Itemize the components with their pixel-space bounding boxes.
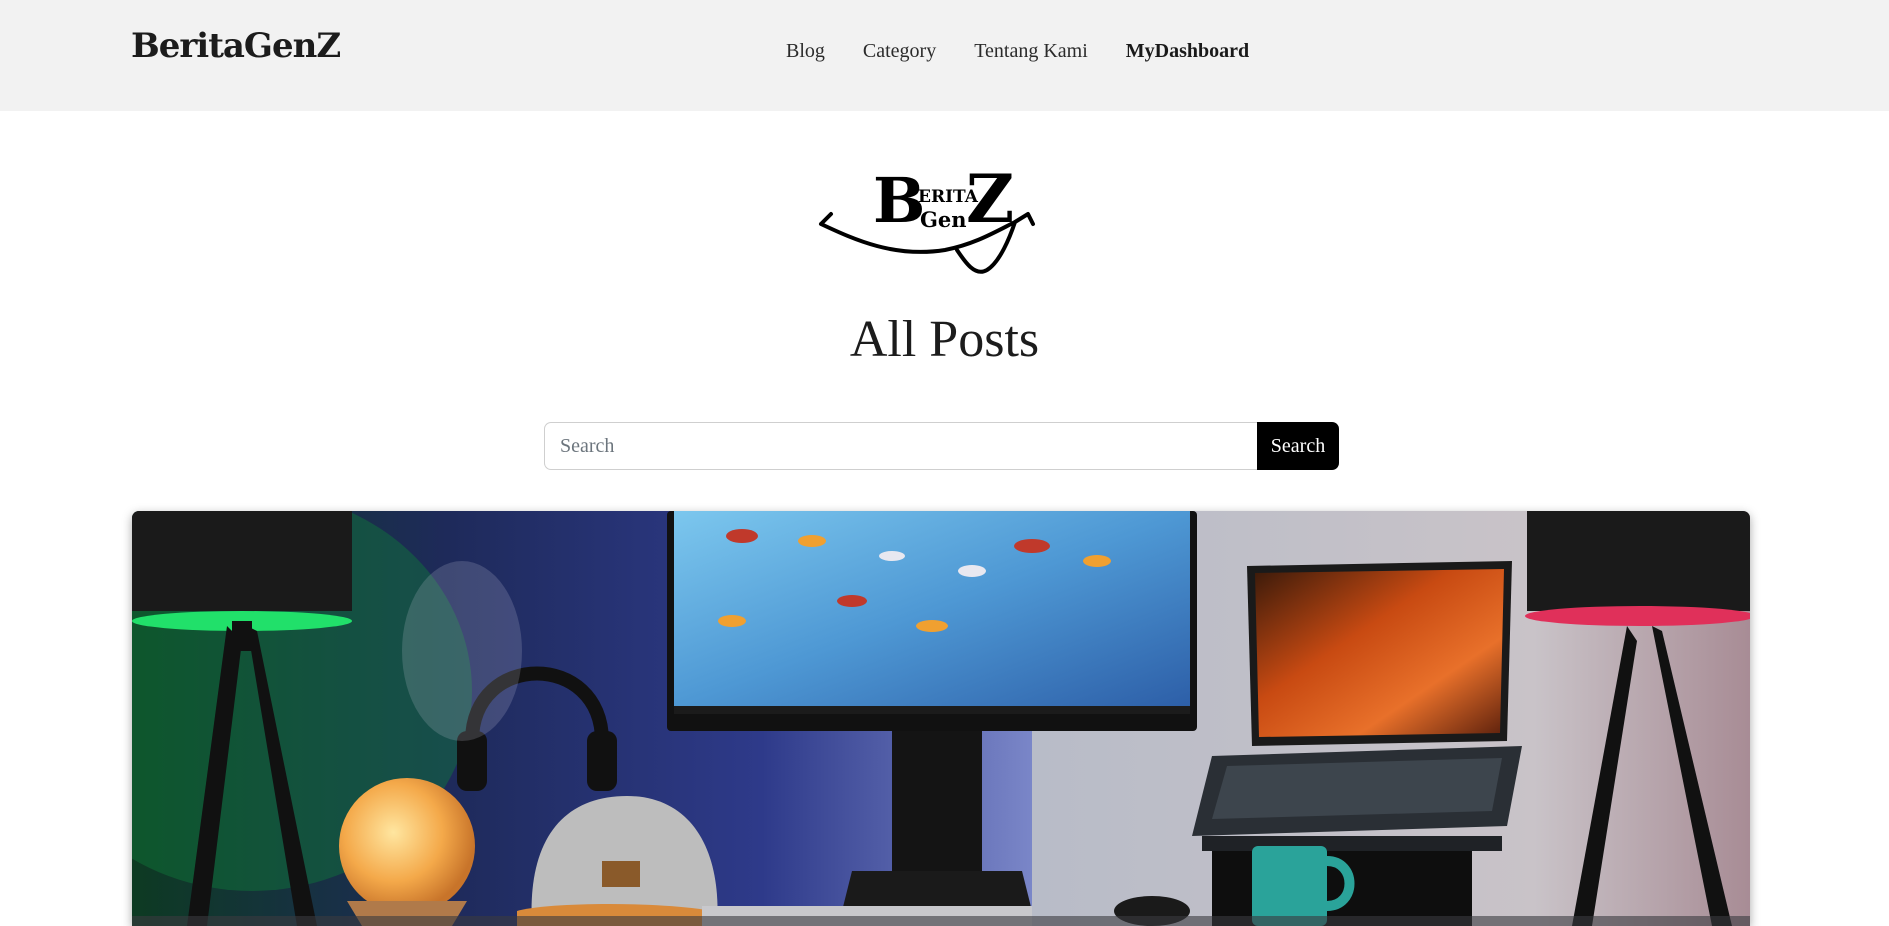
search-button[interactable]: Search [1257,422,1339,470]
nav-link-mydashboard[interactable]: MyDashboard [1126,40,1249,63]
navbar: BeritaGenZ Blog Category Tentang Kami My… [0,0,1889,111]
nav-link-blog[interactable]: Blog [786,40,825,63]
site-logo: B ERITA Gen Z [815,160,1055,282]
brand-link[interactable]: BeritaGenZ [131,26,341,66]
nav-links: Blog Category Tentang Kami MyDashboard [786,40,1249,63]
nav-link-category[interactable]: Category [863,40,936,63]
logo-text-gen: Gen [920,207,967,232]
featured-post-image [132,511,1750,926]
search-form: Search [544,422,1339,470]
page-title: All Posts [849,311,1040,368]
nav-link-tentang-kami[interactable]: Tentang Kami [974,40,1088,63]
featured-post-card[interactable] [132,511,1750,926]
search-input[interactable] [544,422,1257,470]
